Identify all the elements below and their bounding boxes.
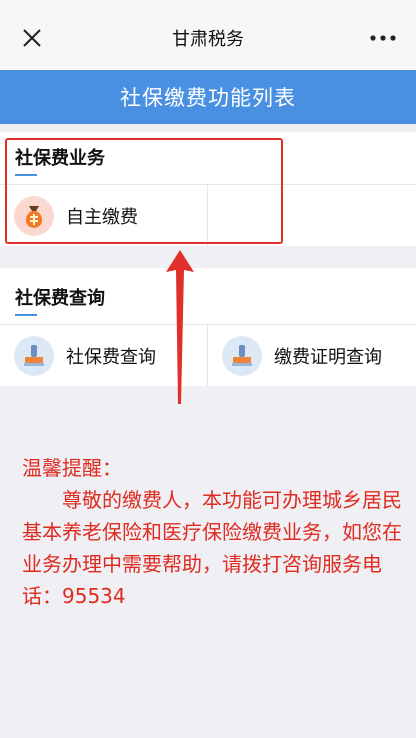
- stamp-icon: [14, 336, 54, 376]
- tile-payment-certificate-query[interactable]: 缴费证明查询: [222, 326, 382, 386]
- tile-social-security-query[interactable]: 社保费查询: [14, 326, 156, 386]
- section-title-query: 社保费查询: [15, 288, 105, 309]
- notice-heading: 温馨提醒：: [22, 456, 122, 480]
- annotation-highlight-box: [5, 138, 283, 244]
- tile-label: 缴费证明查询: [274, 347, 382, 368]
- page-title: 甘肃税务: [172, 29, 244, 50]
- stamp-icon: [222, 336, 262, 376]
- notice-body: 尊敬的缴费人，本功能可办理城乡居民基本养老保险和医疗保险缴费业务，如您在业务办理…: [22, 488, 402, 608]
- header-banner: 社保缴费功能列表: [0, 70, 416, 124]
- tile-label: 社保费查询: [66, 347, 156, 368]
- divider: [0, 324, 416, 325]
- nav-bar: 甘肃税务: [0, 6, 416, 71]
- section-underline: [15, 314, 37, 316]
- divider: [207, 325, 208, 386]
- close-icon[interactable]: [20, 26, 44, 50]
- section-query: 社保费查询 社保费查询 缴费证明查询: [0, 268, 416, 386]
- more-dots-icon[interactable]: [368, 26, 398, 50]
- notice: 温馨提醒： 尊敬的缴费人，本功能可办理城乡居民基本养老保险和医疗保险缴费业务，如…: [22, 452, 402, 612]
- annotation-arrow: [166, 250, 194, 404]
